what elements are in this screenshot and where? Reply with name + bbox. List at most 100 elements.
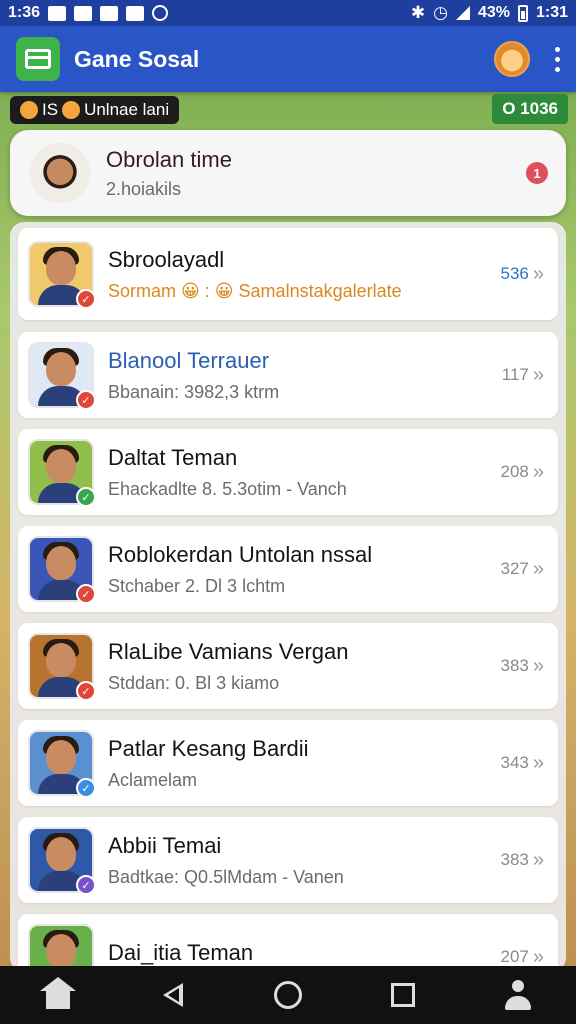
image-icon (126, 5, 145, 21)
status-badge-icon: ✓ (76, 487, 96, 507)
avatar-face (46, 643, 76, 677)
status-right: ✱ ◷ 43% 1:31 (411, 3, 568, 23)
friend-name: Daltat Teman (108, 444, 238, 470)
friend-list: ✓ Sbroolayadl Sormam 😀 : 😀 Samalnstakgal… (10, 222, 566, 972)
friend-count: 536 (500, 264, 529, 283)
avatar-face (46, 934, 76, 968)
chat-card-title: Obrolan time (106, 146, 232, 172)
status-bar: 1:36 ✱ ◷ 43% 1:31 (0, 0, 576, 26)
friend-detail: Aclamelam (108, 769, 198, 790)
friend-name: Abbii Temai (108, 832, 222, 858)
avatar-face (46, 546, 76, 580)
bluetooth-icon: ✱ (410, 3, 426, 22)
list-item[interactable]: ✓ Blanool Terrauer Bbanain: 3982,3 ktrm … (18, 332, 558, 418)
friend-meta[interactable]: 536 » (501, 263, 545, 286)
friend-meta[interactable]: 327 » (501, 558, 545, 581)
more-options-icon[interactable] (554, 46, 560, 72)
gallery-icon (74, 5, 93, 21)
status-badge-icon: ✓ (76, 289, 96, 309)
status-badge-icon: ✓ (76, 875, 96, 895)
friend-name: Dai_itia Teman (108, 940, 254, 965)
friend-name: Roblokerdan Untolan nssal (108, 541, 373, 567)
friend-meta[interactable]: 208 » (501, 461, 545, 484)
friend-avatar: ✓ (28, 827, 96, 895)
app-bar: Gane Sosal (0, 26, 576, 92)
online-chip[interactable]: IS Unlnae lani (10, 96, 180, 124)
friend-count: 208 (500, 462, 529, 481)
list-item[interactable]: ✓ Dai_itia Teman 207 » (18, 914, 558, 972)
friend-avatar: ✓ (28, 342, 96, 410)
list-item[interactable]: ✓ RlaLibe Vamians Vergan Stddan: 0. Bl 3… (18, 623, 558, 709)
friend-meta[interactable]: 117 » (502, 364, 544, 387)
list-item-text: RlaLibe Vamians Vergan Stddan: 0. Bl 3 k… (108, 639, 491, 694)
game-banner: IS Unlnae lani O 1036 (0, 92, 576, 132)
status-badge-icon: ✓ (76, 778, 96, 798)
friend-meta[interactable]: 383 » (501, 849, 545, 872)
chat-card-text: Obrolan time 2.hoiakils (106, 147, 232, 200)
friend-avatar: ✓ (28, 924, 94, 972)
online-prefix: IS (42, 100, 59, 119)
list-item-text: Daltat Teman Ehackadlte 8. 5.3otim - Van… (108, 445, 491, 500)
list-item-text: Patlar Kesang Bardii Aclamelam (108, 736, 491, 791)
emoji-icon (20, 101, 38, 119)
friend-count: 383 (500, 850, 529, 869)
alarm-icon: ◷ (433, 3, 448, 22)
friend-name: Sbroolayadl (108, 246, 225, 272)
friend-count: 327 (500, 559, 529, 578)
notification-badge: 1 (526, 162, 548, 184)
photo-icon (48, 5, 67, 21)
app-logo-icon (16, 37, 60, 81)
friend-avatar: ✓ (28, 633, 96, 701)
battery-icon (517, 4, 528, 22)
list-item-text: Abbii Temai Badtkae: Q0.5lMdam - Vanen (108, 833, 491, 888)
home-circle-icon[interactable] (268, 975, 308, 1015)
friend-detail: Badtkae: Q0.5lMdam - Vanen (108, 866, 344, 887)
avatar-face (46, 837, 76, 871)
chat-card[interactable]: Obrolan time 2.hoiakils 1 (10, 130, 566, 216)
chevron-right-icon: » (532, 751, 544, 774)
profile-icon[interactable] (498, 975, 538, 1015)
signal-icon (455, 6, 470, 20)
avatar (30, 143, 90, 203)
home-icon[interactable] (38, 975, 78, 1015)
friend-detail: Stddan: 0. Bl 3 kiamo (108, 672, 280, 693)
list-item-text: Sbroolayadl Sormam 😀 : 😀 Samalnstakgaler… (108, 247, 491, 302)
friend-count: 383 (500, 656, 529, 675)
list-item[interactable]: ✓ Roblokerdan Untolan nssal Stchaber 2. … (18, 526, 558, 612)
recents-icon[interactable] (383, 975, 423, 1015)
friend-name: Blanool Terrauer (108, 347, 270, 373)
online-count-chip: O 1036 (492, 94, 568, 124)
friend-count: 207 (500, 947, 529, 966)
profile-avatar[interactable] (494, 41, 530, 77)
android-icon (100, 5, 119, 21)
status-badge-icon: ✓ (76, 681, 96, 701)
list-item-text: Blanool Terrauer Bbanain: 3982,3 ktrm (108, 348, 492, 403)
status-time-left: 1:36 (8, 4, 41, 21)
list-item[interactable]: ✓ Sbroolayadl Sormam 😀 : 😀 Samalnstakgal… (18, 228, 558, 320)
friend-name: Patlar Kesang Bardii (108, 735, 309, 761)
friend-detail: Ehackadlte 8. 5.3otim - Vanch (108, 478, 347, 499)
list-item[interactable]: ✓ Abbii Temai Badtkae: Q0.5lMdam - Vanen… (18, 817, 558, 903)
avatar-face (46, 740, 76, 774)
status-left: 1:36 (8, 4, 169, 22)
list-item[interactable]: ✓ Patlar Kesang Bardii Aclamelam 343 » (18, 720, 558, 806)
status-badge-icon: ✓ (76, 584, 96, 604)
app-title: Gane Sosal (74, 45, 200, 72)
friend-detail: Bbanain: 3982,3 ktrm (108, 381, 280, 402)
avatar-face (46, 449, 76, 483)
status-time-right: 1:31 (535, 4, 568, 21)
bottom-nav (0, 966, 576, 1024)
chevron-right-icon: » (532, 557, 544, 580)
battery-percent: 43% (477, 4, 510, 21)
chevron-right-icon: » (532, 262, 544, 285)
friend-count: 343 (500, 753, 529, 772)
back-icon[interactable] (153, 975, 193, 1015)
friend-meta[interactable]: 343 » (501, 752, 545, 775)
friend-detail: Sormam 😀 : 😀 Samalnstakgalerlate (108, 280, 402, 301)
friend-count: 117 (501, 365, 529, 384)
avatar-face (46, 251, 76, 285)
friend-avatar: ✓ (28, 730, 96, 798)
list-item[interactable]: ✓ Daltat Teman Ehackadlte 8. 5.3otim - V… (18, 429, 558, 515)
friend-meta[interactable]: 383 » (501, 655, 545, 678)
chevron-right-icon: » (532, 848, 544, 871)
